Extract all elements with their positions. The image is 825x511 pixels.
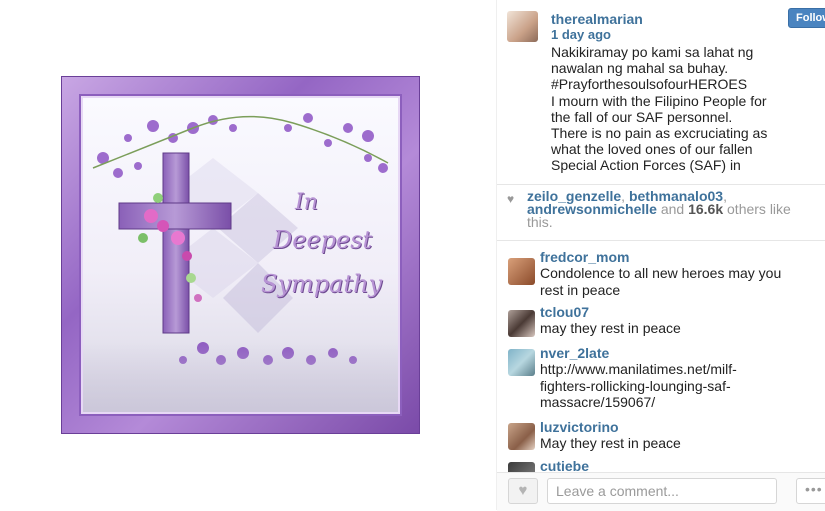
author-username[interactable]: therealmarian [551, 11, 643, 27]
like-button[interactable]: ♥ [508, 478, 538, 504]
caption-line: what the loved ones of our fallen [551, 141, 753, 158]
water-reflection [83, 342, 398, 412]
commenter-username[interactable]: tclou07 [540, 304, 589, 320]
card-text-deepest: Deepest [273, 226, 373, 254]
post-media: In Deepest Sympathy [0, 0, 496, 510]
post-caption: Nakikiramay po kami sa lahat ng nawalan … [551, 44, 816, 176]
author-avatar[interactable] [507, 11, 538, 42]
caption-line: nawalan ng mahal sa buhay. [551, 60, 729, 77]
commenter-avatar[interactable] [508, 349, 535, 376]
comments-list: fredcor_mom Condolence to all new heroes… [497, 241, 825, 472]
heart-icon: ♥ [518, 482, 528, 499]
card-text-sympathy: Sympathy [261, 270, 383, 298]
heart-icon: ♥ [507, 192, 515, 206]
follow-button[interactable]: Follow [788, 8, 825, 28]
caption-hashtag[interactable]: #PrayforthesoulsofourHEROES [551, 76, 816, 92]
likes-count[interactable]: 16.6k [688, 201, 723, 217]
caption-line: the fall of our SAF personnel. [551, 108, 733, 125]
commenter-username[interactable]: nver_2late [540, 345, 609, 361]
caption-line: Special Action Forces (SAF) in [551, 157, 741, 174]
card-text-in: In [295, 190, 318, 215]
sympathy-card-frame: In Deepest Sympathy [61, 76, 420, 434]
comment-line: May they rest in peace [540, 435, 681, 451]
comment-bar: ♥ ••• [497, 472, 825, 511]
commenter-username[interactable]: fredcor_mom [540, 249, 629, 265]
comment-text[interactable]: http://www.manilatimes.net/milf- fighter… [540, 361, 822, 411]
comment-text: May they rest in peace [540, 435, 822, 452]
commenter-avatar[interactable] [508, 462, 535, 472]
comment-line[interactable]: massacre/159067/ [540, 394, 822, 411]
comment-line[interactable]: fighters-rollicking-lounging-saf- [540, 378, 822, 395]
comment-text: Condolence to all new heroes may you res… [540, 265, 822, 298]
likes-suffix: others like [727, 201, 791, 217]
post-sidebar: therealmarian 1 day ago Follow Nakikiram… [496, 0, 825, 511]
commenter-avatar[interactable] [508, 310, 535, 337]
caption-line: There is no pain as excruciating as [551, 125, 768, 142]
comment-line[interactable]: http://www.manilatimes.net/milf- [540, 361, 822, 378]
sympathy-card-image: In Deepest Sympathy [81, 96, 400, 414]
commenter-username[interactable]: luzvictorino [540, 419, 619, 435]
post-header: therealmarian 1 day ago Follow Nakikiram… [497, 0, 825, 185]
likes-suffix: this. [527, 214, 553, 230]
caption-line: I mourn with the Filipino People for [551, 92, 767, 109]
likes-summary: zeilo_genzelle, bethmanalo03, andrewsonm… [527, 188, 791, 230]
post-timestamp[interactable]: 1 day ago [551, 27, 611, 42]
commenter-username[interactable]: cutiebe [540, 458, 589, 472]
comment-line: may they rest in peace [540, 320, 681, 336]
caption-line: Nakikiramay po kami sa lahat ng [551, 44, 754, 60]
commenter-avatar[interactable] [508, 258, 535, 285]
commenter-avatar[interactable] [508, 423, 535, 450]
comment-line: Condolence to all new heroes may you [540, 265, 782, 281]
likes-and: and [660, 201, 685, 217]
comment-text: may they rest in peace [540, 320, 822, 337]
comment-line: rest in peace [540, 281, 621, 298]
comment-input[interactable] [547, 478, 777, 504]
more-options-button[interactable]: ••• [796, 478, 825, 504]
